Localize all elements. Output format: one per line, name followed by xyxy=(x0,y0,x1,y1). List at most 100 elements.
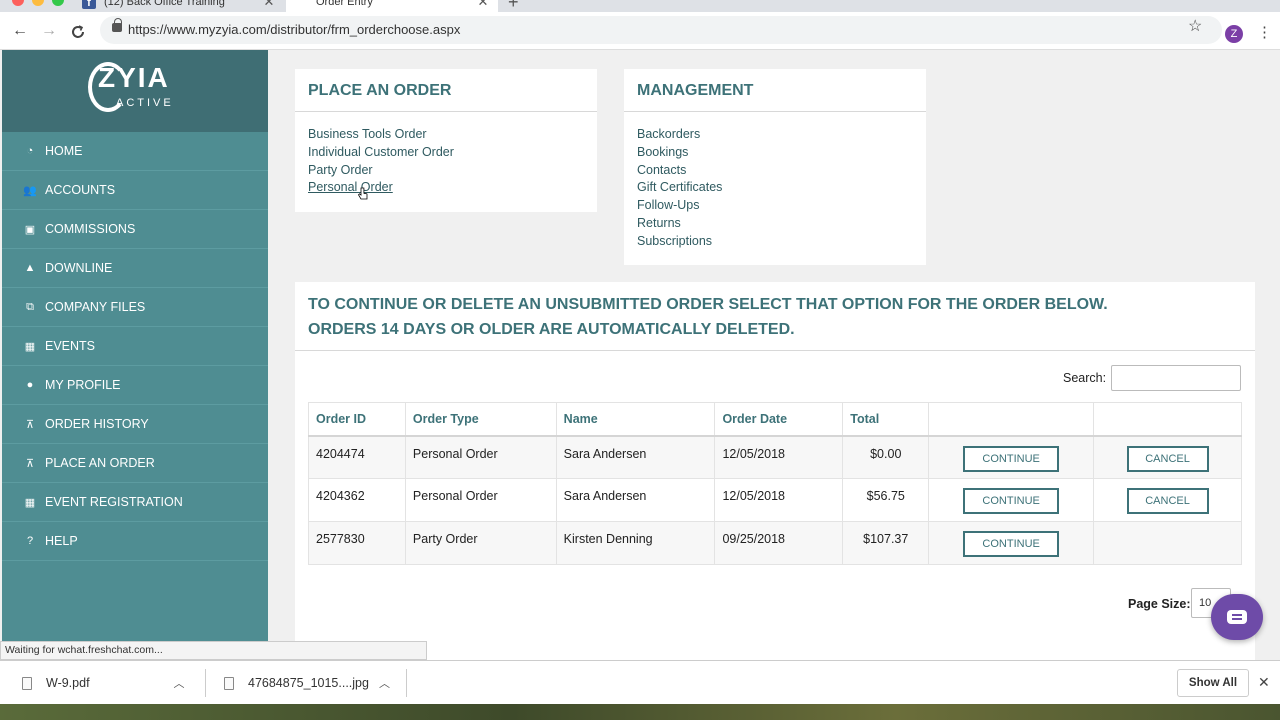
tab-title: (12) Back Office Training xyxy=(104,0,225,8)
sidebar-item-accounts[interactable]: 👥 ACCOUNTS xyxy=(2,171,268,210)
continue-button[interactable]: CONTINUE xyxy=(963,531,1060,557)
management-title: MANAGEMENT xyxy=(624,69,926,112)
link-gift-certificates[interactable]: Gift Certificates xyxy=(637,179,913,197)
continue-button[interactable]: CONTINUE xyxy=(963,488,1060,514)
browser-tab-strip: f (12) Back Office Training ✕ Order Entr… xyxy=(0,0,1280,12)
column-header[interactable]: Name xyxy=(555,402,716,437)
tab-back-office-training[interactable]: f (12) Back Office Training ✕ xyxy=(76,0,284,12)
empty-cell xyxy=(1093,521,1242,565)
link-personal-order[interactable]: Personal Order xyxy=(308,179,584,197)
link-contacts[interactable]: Contacts xyxy=(637,162,913,180)
area-chart-icon: ▲ xyxy=(24,262,36,274)
order-total: $107.37 xyxy=(842,521,930,565)
bookmark-star-icon[interactable]: ☆ xyxy=(1188,16,1202,36)
hand-cursor-icon xyxy=(358,187,368,200)
close-icon[interactable]: ✕ xyxy=(1258,674,1270,691)
desktop-background xyxy=(0,704,1280,720)
page-content: ZYIA ACTIVE ◔ HOME 👥 ACCOUNTS ▣ COMMISSIONS… xyxy=(0,50,1280,660)
link-backorders[interactable]: Backorders xyxy=(637,126,913,144)
column-header[interactable]: Order ID xyxy=(308,402,406,437)
search-label: Search: xyxy=(1063,371,1107,385)
place-order-card: PLACE AN ORDER Business Tools Order Indi… xyxy=(295,69,597,212)
sidebar-item-help[interactable]: ? HELP xyxy=(2,522,268,561)
sidebar-item-commissions[interactable]: ▣ COMMISSIONS xyxy=(2,210,268,249)
link-follow-ups[interactable]: Follow-Ups xyxy=(637,197,913,215)
file-icon xyxy=(22,676,32,690)
download-filename: W-9.pdf xyxy=(46,676,90,690)
table-row: 4204362 Personal Order Sara Andersen 12/… xyxy=(308,478,1242,522)
continue-button[interactable]: CONTINUE xyxy=(963,445,1060,472)
search-input[interactable] xyxy=(1111,365,1241,391)
chevron-up-icon[interactable]: ︿ xyxy=(379,675,390,691)
sidebar-item-company-files[interactable]: ⧉ COMPANY FILES xyxy=(2,288,268,327)
user-icon: ● xyxy=(26,379,34,391)
link-bookings[interactable]: Bookings xyxy=(637,144,913,162)
close-window-icon[interactable] xyxy=(12,0,24,6)
order-id: 2577830 xyxy=(308,521,406,565)
download-item[interactable]: W-9.pdf ︿ xyxy=(22,661,202,705)
table-row: 4204474 Personal Order Sara Andersen 12/… xyxy=(308,435,1242,479)
tab-close-icon[interactable]: ✕ xyxy=(262,0,276,10)
zyia-logo[interactable]: ZYIA ACTIVE xyxy=(2,50,268,132)
minimize-window-icon[interactable] xyxy=(32,0,44,6)
table-row: 2577830 Party Order Kirsten Denning 09/2… xyxy=(308,521,1242,565)
lock-icon xyxy=(112,18,122,32)
column-header[interactable]: Order Date xyxy=(714,402,844,437)
chevron-up-icon[interactable]: ︿ xyxy=(174,675,185,691)
link-business-tools-order[interactable]: Business Tools Order xyxy=(308,126,584,144)
order-id: 4204474 xyxy=(308,435,406,479)
sidebar-item-downline[interactable]: ▲ DOWNLINE xyxy=(2,249,268,288)
sidebar-item-home[interactable]: ◔ HOME xyxy=(2,132,268,171)
sidebar-item-order-history[interactable]: ⊼ ORDER HISTORY xyxy=(2,405,268,444)
download-filename: 47684875_1015....jpg xyxy=(248,676,369,690)
browser-toolbar: ← → https://www.myzyia.com/distributor/f… xyxy=(0,12,1280,50)
link-party-order[interactable]: Party Order xyxy=(308,162,584,180)
unsubmitted-orders-table: Order ID Order Type Name Order Date Tota… xyxy=(308,402,1242,565)
chat-icon xyxy=(1227,610,1247,624)
sidebar-item-place-an-order[interactable]: ⊼ PLACE AN ORDER xyxy=(2,444,268,483)
dashboard-icon: ◔ xyxy=(26,145,34,157)
column-header[interactable]: Order Type xyxy=(404,402,557,437)
sidebar-item-my-profile[interactable]: ● MY PROFILE xyxy=(2,366,268,405)
order-total: $56.75 xyxy=(842,478,930,522)
back-arrow-icon[interactable]: ← xyxy=(12,22,28,40)
maximize-window-icon[interactable] xyxy=(52,0,64,6)
calendar-icon: ▦ xyxy=(24,496,36,509)
link-individual-customer-order[interactable]: Individual Customer Order xyxy=(308,144,584,162)
order-date: 12/05/2018 xyxy=(714,435,844,479)
link-returns[interactable]: Returns xyxy=(637,215,913,233)
cart-icon: ⊼ xyxy=(25,457,35,470)
help-icon: ? xyxy=(26,535,34,547)
sidebar-item-events[interactable]: ▦ EVENTS xyxy=(2,327,268,366)
address-bar[interactable]: https://www.myzyia.com/distributor/frm_o… xyxy=(100,16,1222,44)
loading-spinner-icon[interactable] xyxy=(70,24,86,45)
column-header[interactable]: Total xyxy=(842,402,930,437)
sidebar: ZYIA ACTIVE ◔ HOME 👥 ACCOUNTS ▣ COMMISSIONS… xyxy=(2,50,268,660)
download-item[interactable]: 47684875_1015....jpg ︿ xyxy=(224,661,402,705)
calendar-icon: ▦ xyxy=(24,340,36,353)
column-header-empty xyxy=(928,402,1095,437)
order-name: Sara Andersen xyxy=(555,435,716,479)
link-subscriptions[interactable]: Subscriptions xyxy=(637,233,913,251)
tab-order-entry[interactable]: Order Entry ✕ xyxy=(286,0,498,12)
tab-close-icon[interactable]: ✕ xyxy=(476,0,490,10)
tab-title: Order Entry xyxy=(316,0,373,8)
url-text: https://www.myzyia.com/distributor/frm_o… xyxy=(128,22,461,37)
cancel-button[interactable]: CANCEL xyxy=(1126,445,1209,472)
sidebar-item-event-registration[interactable]: ▦ EVENT REGISTRATION xyxy=(2,483,268,522)
management-card: MANAGEMENT Backorders Bookings Contacts … xyxy=(624,69,926,265)
chat-bubble-button[interactable] xyxy=(1211,594,1263,640)
status-bar-text: Waiting for wchat.freshchat.com... xyxy=(0,641,427,660)
cart-icon: ⊼ xyxy=(25,418,35,431)
column-header-empty xyxy=(1093,402,1242,437)
order-id: 4204362 xyxy=(308,478,406,522)
profile-avatar[interactable]: Z xyxy=(1225,25,1243,43)
download-shelf: W-9.pdf ︿ 47684875_1015....jpg ︿ Show Al… xyxy=(0,660,1280,704)
unsubmitted-orders-heading: TO CONTINUE OR DELETE AN UNSUBMITTED ORD… xyxy=(295,282,1255,351)
show-all-button[interactable]: Show All xyxy=(1177,669,1249,697)
browser-menu-icon[interactable]: ⋮ xyxy=(1257,23,1272,41)
place-order-title: PLACE AN ORDER xyxy=(295,69,597,112)
cancel-button[interactable]: CANCEL xyxy=(1126,488,1209,514)
order-name: Kirsten Denning xyxy=(555,521,716,565)
forward-arrow-icon[interactable]: → xyxy=(41,22,57,40)
